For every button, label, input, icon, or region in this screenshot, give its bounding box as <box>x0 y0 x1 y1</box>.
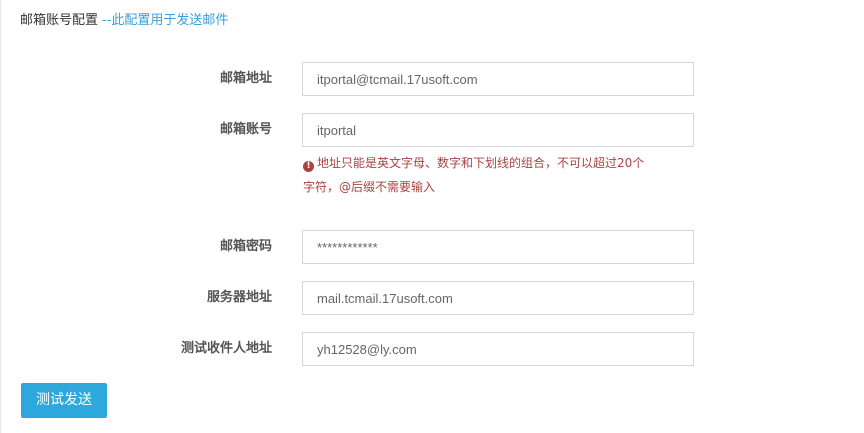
error-message-line2: 字符，@后缀不需要输入 <box>303 180 436 194</box>
test-send-button[interactable]: 测试发送 <box>21 383 107 418</box>
server-address-input[interactable] <box>302 281 694 315</box>
test-recipient-input[interactable] <box>302 332 694 366</box>
test-recipient-label: 测试收件人地址 <box>180 341 272 356</box>
email-password-label: 邮箱密码 <box>219 239 272 254</box>
email-password-input[interactable] <box>302 230 694 264</box>
error-message-line1: 地址只能是英文字母、数字和下划线的组合，不可以超过20个 <box>317 156 645 170</box>
section-title: 邮箱账号配置 <box>20 13 99 28</box>
error-icon: ! <box>303 161 314 172</box>
section-subtitle: --此配置用于发送邮件 <box>102 13 229 28</box>
email-account-input[interactable] <box>302 113 694 147</box>
email-address-input[interactable] <box>302 62 694 96</box>
panel-left-border <box>0 0 1 433</box>
section-header: 邮箱账号配置 --此配置用于发送邮件 <box>20 12 228 30</box>
email-address-label: 邮箱地址 <box>219 71 272 86</box>
email-account-error: ! 地址只能是英文字母、数字和下划线的组合，不可以超过20个 字符，@后缀不需要输… <box>303 151 703 199</box>
email-account-label: 邮箱账号 <box>219 122 272 137</box>
server-address-label: 服务器地址 <box>206 290 272 305</box>
